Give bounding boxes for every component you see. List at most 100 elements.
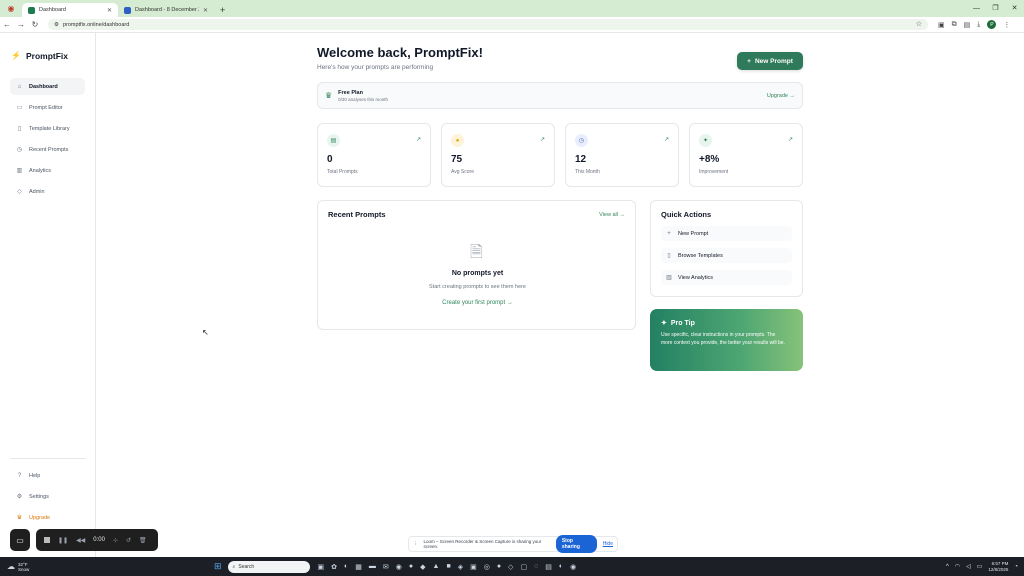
rewind-icon[interactable]: ◀◀: [76, 537, 85, 544]
snow-cloud-icon: ☁: [7, 562, 15, 571]
pro-tip-title: ✦ Pro Tip: [661, 319, 792, 328]
volume-icon[interactable]: ◁: [966, 563, 971, 570]
sidebar-item-dashboard[interactable]: ⌂ Dashboard: [10, 78, 85, 95]
copilot-icon[interactable]: ✿: [331, 563, 337, 571]
sparkle-icon: ✦: [699, 134, 712, 147]
brand[interactable]: ⚡ PromptFix: [0, 33, 95, 78]
notifications-icon[interactable]: ◔: [1014, 564, 1018, 570]
pro-tip-text: Use specific, clear instructions in your…: [661, 332, 785, 346]
page-subtitle: Here's how your prompts are performing: [317, 64, 434, 71]
extension-icon[interactable]: ▣: [938, 21, 945, 29]
sidebar-item-upgrade[interactable]: ♛ Upgrade: [10, 509, 86, 526]
app-icon[interactable]: ●: [497, 563, 501, 571]
restart-icon[interactable]: ↺: [126, 537, 131, 544]
close-tab-icon[interactable]: ✕: [203, 7, 208, 14]
app-icon[interactable]: ◎: [484, 563, 490, 571]
recording-time: 0:00: [93, 537, 105, 543]
taskbar-search[interactable]: ⌕ Search: [227, 560, 310, 573]
window-controls: — ❐ ✕: [967, 0, 1024, 17]
sidepanel-icon[interactable]: ▤: [964, 21, 971, 29]
stop-sharing-button[interactable]: Stop sharing: [555, 535, 597, 553]
edge-icon[interactable]: ◐: [344, 563, 348, 571]
sidebar: ⚡ PromptFix ⌂ Dashboard ▭ Prompt Editor …: [0, 33, 96, 557]
task-view-icon[interactable]: ▣: [318, 563, 325, 571]
forward-icon[interactable]: →: [14, 20, 28, 29]
quick-action-new-prompt[interactable]: + New Prompt: [661, 226, 792, 241]
maximize-icon[interactable]: ❐: [986, 0, 1005, 17]
view-all-link[interactable]: View all →: [599, 212, 625, 218]
wifi-icon[interactable]: ◠: [955, 563, 960, 570]
stat-value: 12: [575, 154, 587, 165]
reload-icon[interactable]: ↻: [28, 20, 42, 29]
sidebar-item-settings[interactable]: ⚙ Settings: [10, 488, 86, 505]
app-icon[interactable]: ▲: [433, 563, 440, 571]
app-icon[interactable]: ◐: [559, 563, 563, 571]
weather-widget[interactable]: ☁ 32°F Snow: [0, 562, 200, 572]
stop-recording-icon[interactable]: [44, 537, 50, 543]
app-icon[interactable]: ▢: [520, 563, 527, 571]
sidebar-item-analytics[interactable]: ▥ Analytics: [10, 162, 85, 179]
battery-icon[interactable]: ▭: [977, 563, 983, 570]
quick-action-browse-templates[interactable]: ▯ Browse Templates: [661, 248, 792, 263]
puzzle-icon[interactable]: ⧉: [952, 21, 957, 29]
tab-group-icon[interactable]: ◉: [0, 0, 22, 17]
camera-icon[interactable]: ▭: [10, 529, 30, 551]
url-input[interactable]: ⚙ promptfix.online/dashboard ☆: [48, 19, 928, 30]
delete-icon[interactable]: 🗑: [139, 537, 147, 544]
sidebar-item-prompt-editor[interactable]: ▭ Prompt Editor: [10, 99, 85, 116]
new-tab-button[interactable]: +: [214, 3, 231, 17]
drag-handle-icon[interactable]: ⋮: [413, 541, 418, 547]
windows-start-icon[interactable]: ⊞: [214, 561, 222, 572]
app-icon[interactable]: ■: [446, 563, 450, 571]
spotify-icon[interactable]: ●: [409, 563, 413, 571]
quick-actions-card: Quick Actions + New Prompt ▯ Browse Temp…: [650, 200, 803, 297]
menu-icon[interactable]: ⋮: [1003, 21, 1010, 29]
mail-icon[interactable]: ✉: [383, 563, 389, 571]
app-icon[interactable]: ◌: [534, 563, 538, 571]
sidebar-item-template-library[interactable]: ▯ Template Library: [10, 120, 85, 137]
chevron-up-icon[interactable]: ^: [946, 564, 949, 570]
sharing-text: Loom – Screen Recorder & Screen Capture …: [423, 539, 542, 549]
profile-avatar[interactable]: P: [987, 20, 997, 29]
app-icon[interactable]: ◈: [458, 563, 463, 571]
quick-action-view-analytics[interactable]: ▥ View Analytics: [661, 270, 792, 285]
sidebar-item-label: Admin: [29, 188, 45, 195]
bookmark-star-icon[interactable]: ☆: [916, 20, 922, 28]
app-icon[interactable]: ◆: [420, 563, 425, 571]
sidebar-item-help[interactable]: ? Help: [10, 467, 86, 484]
hide-link[interactable]: Hide: [603, 541, 613, 547]
trend-up-icon: ↗: [663, 137, 669, 143]
download-icon[interactable]: ⤓: [977, 21, 980, 29]
screen-sharing-bar: ⋮ Loom – Screen Recorder & Screen Captur…: [408, 535, 618, 553]
brand-name: PromptFix: [25, 50, 68, 61]
sidebar-item-recent-prompts[interactable]: ◷ Recent Prompts: [10, 141, 85, 158]
new-prompt-button[interactable]: + New Prompt: [737, 52, 803, 70]
browser-tab-dashboard[interactable]: Dashboard ✕: [22, 3, 118, 17]
document-icon: 🗎: [470, 244, 483, 261]
close-tab-icon[interactable]: ✕: [107, 7, 112, 14]
browser-tab-dashboard-dec[interactable]: Dashboard - 8 December 2025 ✕: [118, 3, 214, 17]
app-icon[interactable]: ▤: [545, 563, 552, 571]
tab-favicon-icon: [28, 6, 35, 14]
chrome-icon[interactable]: ◉: [396, 563, 402, 571]
create-first-prompt-link[interactable]: Create your first prompt →: [318, 300, 637, 306]
app-icon[interactable]: ▣: [470, 563, 477, 571]
sparkle-icon: ✦: [661, 320, 667, 327]
clock[interactable]: 6:57 PM 12/8/2025: [988, 561, 1008, 573]
logo-icon: ⚡: [11, 51, 21, 60]
sidebar-item-admin[interactable]: ◇ Admin: [10, 183, 85, 200]
store-icon[interactable]: ▦: [355, 563, 362, 571]
app-icon[interactable]: ◉: [570, 563, 576, 571]
pause-icon[interactable]: ❚❚: [58, 537, 68, 544]
draw-icon[interactable]: ⊹: [113, 537, 118, 544]
explorer-icon[interactable]: ▬: [369, 563, 376, 571]
app-icon[interactable]: ◇: [508, 563, 513, 571]
stat-card-avg-score: ● ↗ 75 Avg Score: [441, 123, 555, 187]
close-window-icon[interactable]: ✕: [1005, 0, 1024, 17]
minimize-icon[interactable]: —: [967, 0, 986, 17]
quick-action-label: View Analytics: [678, 274, 714, 281]
site-info-icon[interactable]: ⚙: [54, 22, 59, 28]
stat-card-total-prompts: ▤ ↗ 0 Total Prompts: [317, 123, 431, 187]
back-icon[interactable]: ←: [0, 20, 14, 29]
plan-upgrade-link[interactable]: Upgrade →: [767, 93, 795, 99]
